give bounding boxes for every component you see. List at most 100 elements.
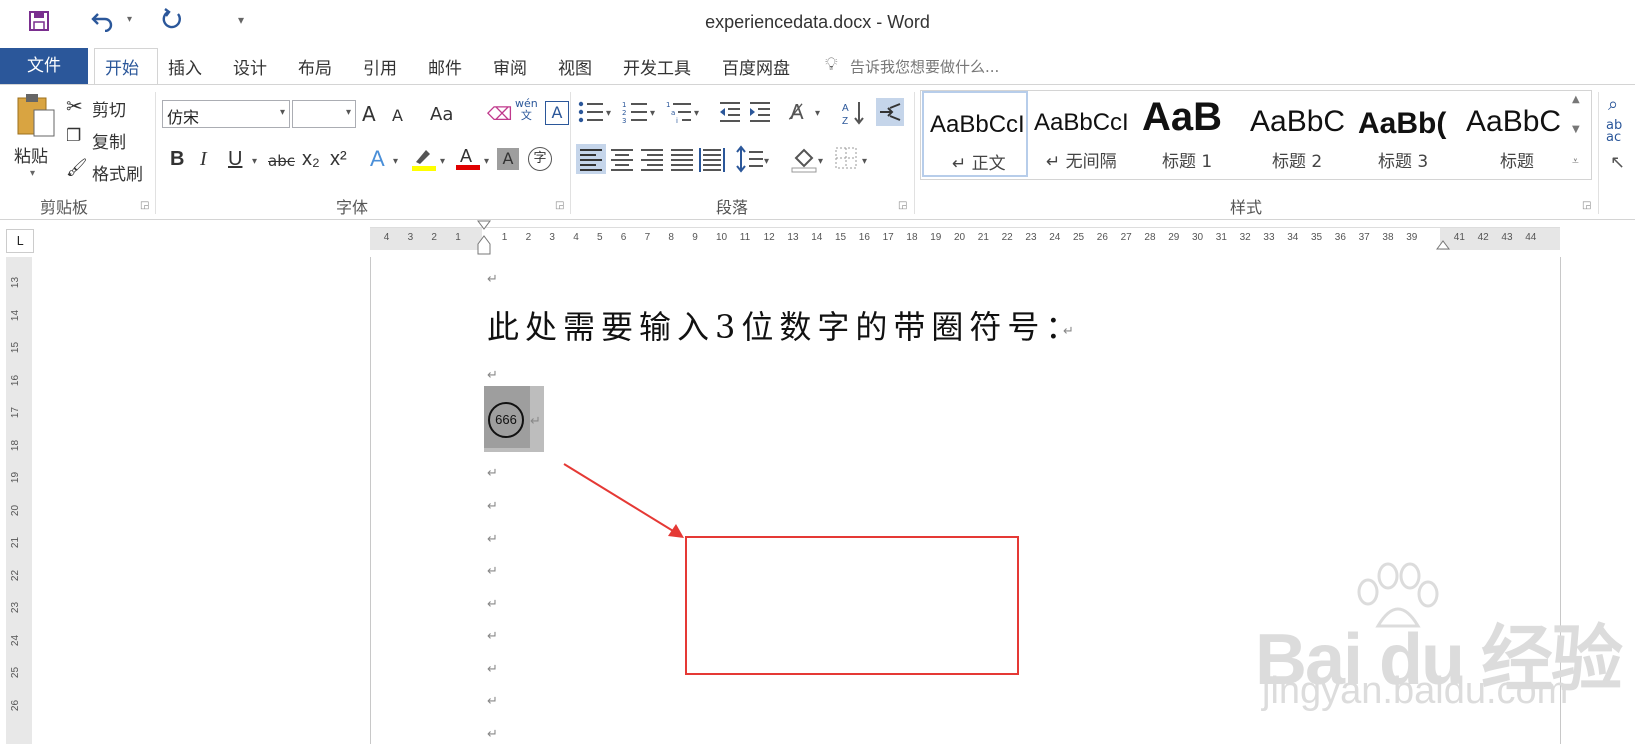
tab-review[interactable]: 审阅	[493, 54, 527, 79]
asian-layout-icon[interactable]: A̸	[790, 100, 804, 124]
tab-developer[interactable]: 开发工具	[623, 54, 691, 79]
character-border-icon[interactable]: A	[545, 101, 569, 125]
ruler-tick: 16	[10, 374, 22, 386]
font-color-icon[interactable]: A	[456, 144, 480, 172]
baidu-watermark-site: jingyan.baidu.com	[1262, 670, 1569, 712]
ruler-tick: 15	[10, 341, 22, 354]
tab-view[interactable]: 视图	[558, 54, 592, 79]
character-shading-icon[interactable]: A	[497, 148, 519, 170]
distributed-icon[interactable]	[698, 144, 726, 178]
svg-text:A: A	[460, 146, 472, 166]
tell-me-input[interactable]: 告诉我您想要做什么...	[850, 56, 999, 77]
text-effects-icon[interactable]: A	[370, 146, 385, 172]
cut-button[interactable]: 剪切	[92, 96, 126, 121]
numbering-dropdown-icon[interactable]: ▾	[650, 108, 655, 119]
tab-insert[interactable]: 插入	[168, 54, 202, 79]
text-effects-dropdown-icon[interactable]: ▾	[393, 156, 398, 167]
borders-icon[interactable]	[834, 146, 858, 174]
italic-button[interactable]: I	[200, 148, 207, 171]
paragraph-launcher-icon[interactable]: ◲	[898, 200, 907, 211]
highlight-dropdown-icon[interactable]: ▾	[440, 156, 445, 167]
style-heading-2[interactable]: AaBbC 标题 2	[1246, 91, 1352, 177]
svg-text:1: 1	[666, 101, 670, 109]
paste-icon[interactable]	[14, 92, 58, 144]
styles-scroll-up-icon[interactable]: ▲	[1572, 94, 1580, 105]
tab-references[interactable]: 引用	[363, 54, 397, 79]
enclosed-number[interactable]: 666	[488, 402, 524, 438]
styles-scroll-down-icon[interactable]: ▼	[1572, 124, 1580, 135]
replace-icon[interactable]: ab ac	[1606, 119, 1622, 144]
tab-file[interactable]: 文件	[0, 48, 88, 84]
subscript-button[interactable]: x₂	[302, 148, 320, 171]
ruler-tick: 6	[620, 232, 627, 243]
shrink-font-icon[interactable]: A	[392, 106, 403, 125]
tab-baidu-netdisk[interactable]: 百度网盘	[722, 54, 790, 79]
find-icon[interactable]: ⌕	[1608, 94, 1618, 115]
copy-button[interactable]: 复制	[92, 128, 126, 153]
select-icon[interactable]: ↖	[1610, 152, 1625, 173]
shading-icon[interactable]	[790, 144, 818, 178]
multilevel-dropdown-icon[interactable]: ▾	[694, 108, 699, 119]
font-size-combo[interactable]: ▾	[292, 100, 356, 128]
first-line-indent-marker[interactable]	[477, 220, 491, 260]
ruler-tick: 13	[787, 232, 799, 243]
tab-mailings[interactable]: 邮件	[428, 54, 462, 79]
show-hide-marks-icon[interactable]	[876, 98, 904, 126]
horizontal-ruler[interactable]: 4 3 2 1 1 2 3 4 5 6 7 8 9 10 11 12 13 14 15 16 17 18 19 20 21 22 2…	[370, 227, 1560, 250]
asian-layout-dropdown-icon[interactable]: ▾	[815, 108, 820, 119]
align-left-icon[interactable]	[576, 144, 606, 174]
tab-home[interactable]: 开始	[105, 54, 139, 79]
tab-layout[interactable]: 布局	[298, 54, 332, 79]
font-color-dropdown-icon[interactable]: ▾	[484, 156, 489, 167]
bullets-dropdown-icon[interactable]: ▾	[606, 108, 611, 119]
tab-design[interactable]: 设计	[233, 54, 267, 79]
styles-launcher-icon[interactable]: ◲	[1582, 200, 1591, 211]
ruler-tick: 41	[1453, 232, 1465, 243]
style-title[interactable]: AaBbC 标题	[1462, 91, 1568, 177]
increase-indent-icon[interactable]	[748, 100, 772, 128]
font-launcher-icon[interactable]: ◲	[555, 200, 564, 211]
font-name-dropdown-icon[interactable]: ▾	[280, 107, 285, 118]
font-name-value: 仿宋	[167, 108, 200, 127]
right-indent-marker[interactable]	[1436, 236, 1450, 255]
line-spacing-icon[interactable]	[736, 144, 764, 178]
grow-font-icon[interactable]: A	[362, 102, 376, 126]
decrease-indent-icon[interactable]	[718, 100, 742, 128]
style-heading-3[interactable]: AaBb( 标题 3	[1354, 91, 1460, 177]
clear-formatting-icon[interactable]: ⌫	[487, 104, 512, 125]
document-heading[interactable]: 此处需要输入3位数字的带圈符号：	[487, 302, 1083, 348]
align-right-icon[interactable]	[638, 144, 666, 178]
font-size-dropdown-icon[interactable]: ▾	[346, 107, 351, 118]
clipboard-launcher-icon[interactable]: ◲	[140, 200, 149, 211]
enclose-characters-icon[interactable]: 字	[528, 147, 552, 171]
change-case-icon[interactable]: Aa	[430, 104, 453, 125]
style-normal[interactable]: AaBbCcI ↵ 正文	[922, 91, 1028, 177]
numbering-icon[interactable]: 123	[622, 100, 648, 128]
sort-icon[interactable]: AZ	[842, 100, 866, 130]
bullets-icon[interactable]	[578, 100, 604, 128]
font-name-combo[interactable]: 仿宋 ▾	[162, 100, 290, 128]
shading-dropdown-icon[interactable]: ▾	[818, 156, 823, 167]
underline-dropdown-icon[interactable]: ▾	[252, 156, 257, 167]
superscript-button[interactable]: x²	[330, 148, 347, 171]
style-no-spacing[interactable]: AaBbCcI ↵ 无间隔	[1030, 91, 1136, 177]
borders-dropdown-icon[interactable]: ▾	[862, 156, 867, 167]
paste-dropdown-icon[interactable]: ▾	[30, 168, 35, 179]
tab-selector[interactable]: L	[6, 229, 34, 253]
phonetic-guide-icon[interactable]: wén 文	[515, 98, 538, 122]
paragraph-mark: ↵	[487, 662, 498, 677]
vertical-ruler[interactable]: 13 14 15 16 17 18 19 20 21 22 23 24 25 26	[6, 257, 32, 744]
styles-more-icon[interactable]: ⩡	[1572, 154, 1579, 169]
style-heading-1[interactable]: AaB 标题 1	[1138, 91, 1244, 177]
line-spacing-dropdown-icon[interactable]: ▾	[764, 156, 769, 167]
justify-icon[interactable]	[668, 144, 696, 178]
ruler-tick: 1	[501, 232, 508, 243]
underline-button[interactable]: U	[228, 148, 242, 171]
multilevel-list-icon[interactable]: 1ai	[666, 100, 692, 128]
paste-button[interactable]: 粘贴	[14, 142, 48, 167]
align-center-icon[interactable]	[608, 144, 636, 178]
bold-button[interactable]: B	[170, 148, 184, 171]
highlight-color-icon[interactable]	[412, 146, 436, 172]
format-painter-button[interactable]: 格式刷	[92, 160, 143, 185]
strikethrough-button[interactable]: abc	[268, 152, 295, 170]
